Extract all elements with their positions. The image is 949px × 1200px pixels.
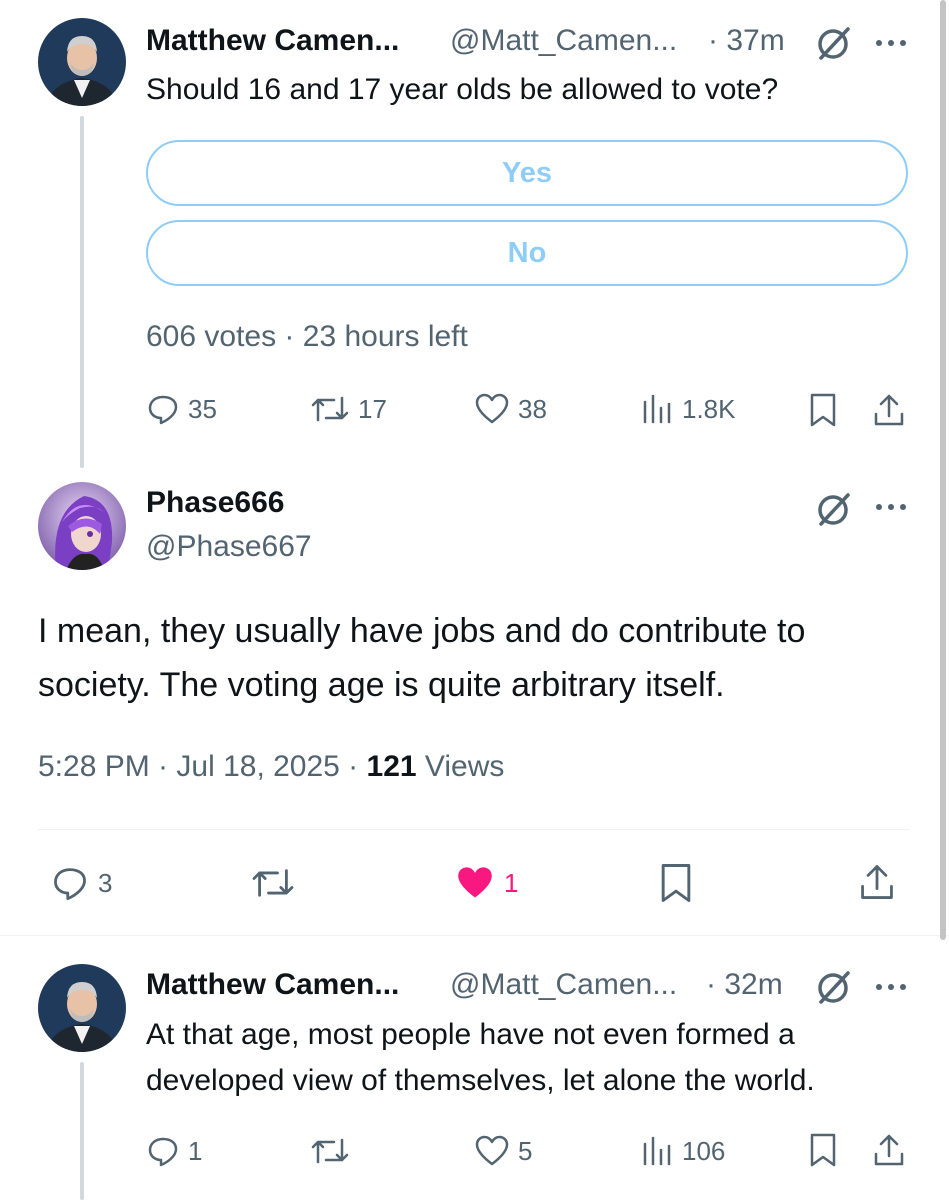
- share-icon: [872, 392, 906, 428]
- bookmark-icon: [808, 1132, 838, 1168]
- avatar-matthew[interactable]: [38, 964, 126, 1052]
- repost-button[interactable]: [310, 1134, 350, 1168]
- divider: [38, 829, 910, 830]
- share-icon: [872, 1132, 906, 1168]
- more-dots-icon[interactable]: [874, 492, 908, 527]
- reply-count: 1: [188, 1135, 203, 1166]
- reply-icon: [146, 392, 180, 426]
- like-count: 38: [518, 393, 547, 424]
- views-button[interactable]: 106: [640, 1134, 725, 1168]
- views-count: 106: [682, 1135, 726, 1166]
- author-handle[interactable]: @Matt_Camen...: [450, 968, 677, 1002]
- more-dots-icon[interactable]: [874, 28, 908, 63]
- heart-icon: [474, 1134, 510, 1168]
- repost-icon: [250, 864, 296, 902]
- reply-icon: [50, 864, 90, 902]
- bookmark-button[interactable]: [658, 862, 694, 904]
- views-label: Views: [416, 750, 505, 783]
- post-text: I mean, they usually have jobs and do co…: [38, 612, 806, 704]
- like-count: 1: [504, 867, 519, 898]
- like-button[interactable]: 38: [474, 392, 547, 426]
- bookmark-button[interactable]: [808, 392, 838, 428]
- views-count: 1.8K: [682, 393, 736, 424]
- like-button[interactable]: 5: [474, 1134, 532, 1168]
- thread-line: [80, 1062, 84, 1200]
- author-handle[interactable]: @Phase667: [146, 530, 312, 564]
- repost-count: 17: [358, 393, 387, 424]
- avatar-matthew[interactable]: [38, 18, 126, 106]
- post-text: At that age, most people have not even f…: [146, 1018, 815, 1097]
- author-name[interactable]: Matthew Camen...: [146, 968, 399, 1002]
- avatar-phase666[interactable]: [38, 482, 126, 570]
- scrollbar[interactable]: [940, 0, 946, 940]
- share-button[interactable]: [858, 862, 896, 902]
- like-button[interactable]: 1: [454, 864, 518, 902]
- bookmark-button[interactable]: [808, 1132, 838, 1168]
- views-button[interactable]: 1.8K: [640, 392, 736, 426]
- bookmark-icon: [658, 862, 694, 904]
- repost-button[interactable]: 17: [310, 392, 387, 426]
- divider: [0, 935, 949, 936]
- reply-button[interactable]: 35: [146, 392, 217, 426]
- post-metadata: 5:28 PM · Jul 18, 2025 · 121 Views: [38, 750, 504, 784]
- views-number: 121: [366, 750, 417, 783]
- author-handle[interactable]: @Matt_Camen...: [450, 24, 677, 58]
- heart-icon-filled: [454, 864, 496, 902]
- like-count: 5: [518, 1135, 533, 1166]
- author-name[interactable]: Phase666: [146, 486, 284, 520]
- reply-button[interactable]: 3: [50, 864, 112, 902]
- poll-option-yes[interactable]: Yes: [146, 140, 908, 206]
- reply-count: 35: [188, 393, 217, 424]
- post-time[interactable]: · 37m: [708, 24, 785, 58]
- more-dots-icon[interactable]: [874, 972, 908, 1007]
- heart-icon: [474, 392, 510, 426]
- post-time[interactable]: · 32m: [706, 968, 783, 1002]
- poll-option-no[interactable]: No: [146, 220, 908, 286]
- post-timestamp[interactable]: 5:28 PM · Jul 18, 2025 ·: [38, 750, 367, 783]
- repost-icon: [310, 1134, 350, 1168]
- views-bars-icon: [640, 392, 674, 426]
- reply-icon: [146, 1134, 180, 1168]
- reply-count: 3: [98, 867, 113, 898]
- post-text: Should 16 and 17 year olds be allowed to…: [146, 73, 779, 106]
- grok-slash-icon[interactable]: [815, 490, 853, 533]
- author-name[interactable]: Matthew Camen...: [146, 24, 399, 58]
- reply-button[interactable]: 1: [146, 1134, 202, 1168]
- thread-line: [80, 116, 84, 468]
- share-button[interactable]: [872, 392, 906, 428]
- views-bars-icon: [640, 1134, 674, 1168]
- repost-icon: [310, 392, 350, 426]
- share-button[interactable]: [872, 1132, 906, 1168]
- bookmark-icon: [808, 392, 838, 428]
- poll-summary: 606 votes · 23 hours left: [146, 320, 468, 353]
- repost-button[interactable]: [250, 864, 296, 902]
- grok-slash-icon[interactable]: [815, 24, 853, 67]
- share-icon: [858, 862, 896, 902]
- grok-slash-icon[interactable]: [815, 968, 853, 1011]
